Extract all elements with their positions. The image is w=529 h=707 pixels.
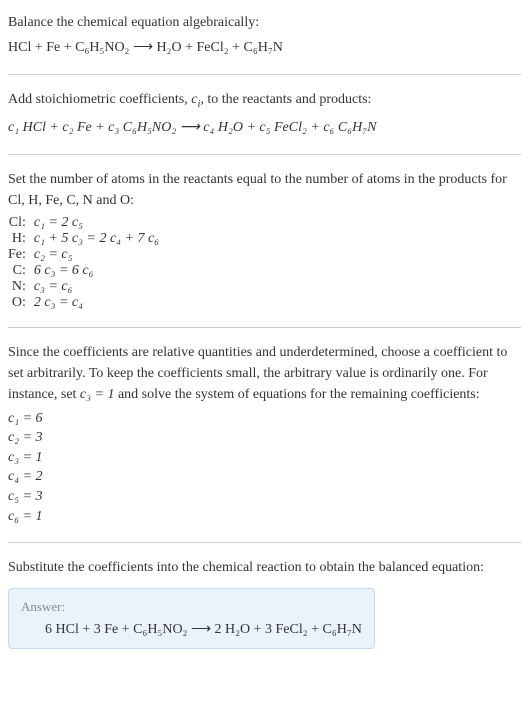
atoms-section: Set the number of atoms in the reactants…	[8, 169, 521, 311]
intro-section: Balance the chemical equation algebraica…	[8, 12, 521, 58]
coef-value: c₅ = 3	[8, 487, 521, 507]
table-row: N: c₃ = c₆	[8, 279, 159, 295]
element-equation: c₁ + 5 c₃ = 2 c₄ + 7 c₆	[34, 231, 159, 247]
c3-set: c₃ = 1	[80, 387, 115, 402]
divider	[8, 74, 521, 75]
coef-value: c₂ = 3	[8, 428, 521, 448]
table-row: Fe: c₂ = c₅	[8, 247, 159, 263]
divider	[8, 154, 521, 155]
substitute-text: Substitute the coefficients into the che…	[8, 557, 521, 578]
table-row: H: c₁ + 5 c₃ = 2 c₄ + 7 c₆	[8, 231, 159, 247]
element-equation: 2 c₃ = c₄	[34, 295, 159, 311]
solve-section: Since the coefficients are relative quan…	[8, 342, 521, 527]
coef-value: c₁ = 6	[8, 409, 521, 429]
divider	[8, 327, 521, 328]
element-label: Cl:	[8, 215, 34, 231]
answer-label: Answer:	[21, 599, 362, 615]
element-equation: c₁ = 2 c₅	[34, 215, 159, 231]
stoich-text: Add stoichiometric coefficients, ci, to …	[8, 89, 521, 113]
element-label: Fe:	[8, 247, 34, 263]
element-equation: c₂ = c₅	[34, 247, 159, 263]
coefficient-list: c₁ = 6 c₂ = 3 c₃ = 1 c₄ = 2 c₅ = 3 c₆ = …	[8, 409, 521, 527]
table-row: Cl: c₁ = 2 c₅	[8, 215, 159, 231]
table-row: C: 6 c₃ = 6 c₆	[8, 263, 159, 279]
element-equation: 6 c₃ = 6 c₆	[34, 263, 159, 279]
atoms-table: Cl: c₁ = 2 c₅ H: c₁ + 5 c₃ = 2 c₄ + 7 c₆…	[8, 215, 159, 311]
intro-text: Balance the chemical equation algebraica…	[8, 12, 521, 33]
solve-intro: Since the coefficients are relative quan…	[8, 342, 521, 405]
table-row: O: 2 c₃ = c₄	[8, 295, 159, 311]
atoms-intro: Set the number of atoms in the reactants…	[8, 169, 521, 211]
coef-value: c₄ = 2	[8, 467, 521, 487]
element-label: H:	[8, 231, 34, 247]
stoich-text-pre: Add stoichiometric coefficients,	[8, 92, 191, 107]
substitute-section: Substitute the coefficients into the che…	[8, 557, 521, 649]
element-label: N:	[8, 279, 34, 295]
coef-value: c₃ = 1	[8, 448, 521, 468]
element-label: O:	[8, 295, 34, 311]
answer-equation: 6 HCl + 3 Fe + C₆H₅NO₂ ⟶ 2 H₂O + 3 FeCl₂…	[21, 621, 362, 638]
solve-intro-post: and solve the system of equations for th…	[114, 387, 479, 402]
coef-value: c₆ = 1	[8, 507, 521, 527]
stoich-text-post: , to the reactants and products:	[200, 92, 371, 107]
intro-equation: HCl + Fe + C₆H₅NO₂ ⟶ H₂O + FeCl₂ + C₆H₇N	[8, 37, 521, 58]
divider	[8, 542, 521, 543]
element-label: C:	[8, 263, 34, 279]
element-equation: c₃ = c₆	[34, 279, 159, 295]
stoich-section: Add stoichiometric coefficients, ci, to …	[8, 89, 521, 138]
answer-box: Answer: 6 HCl + 3 Fe + C₆H₅NO₂ ⟶ 2 H₂O +…	[8, 588, 375, 649]
stoich-equation: c₁ HCl + c₂ Fe + c₃ C₆H₅NO₂ ⟶ c₄ H₂O + c…	[8, 117, 521, 138]
